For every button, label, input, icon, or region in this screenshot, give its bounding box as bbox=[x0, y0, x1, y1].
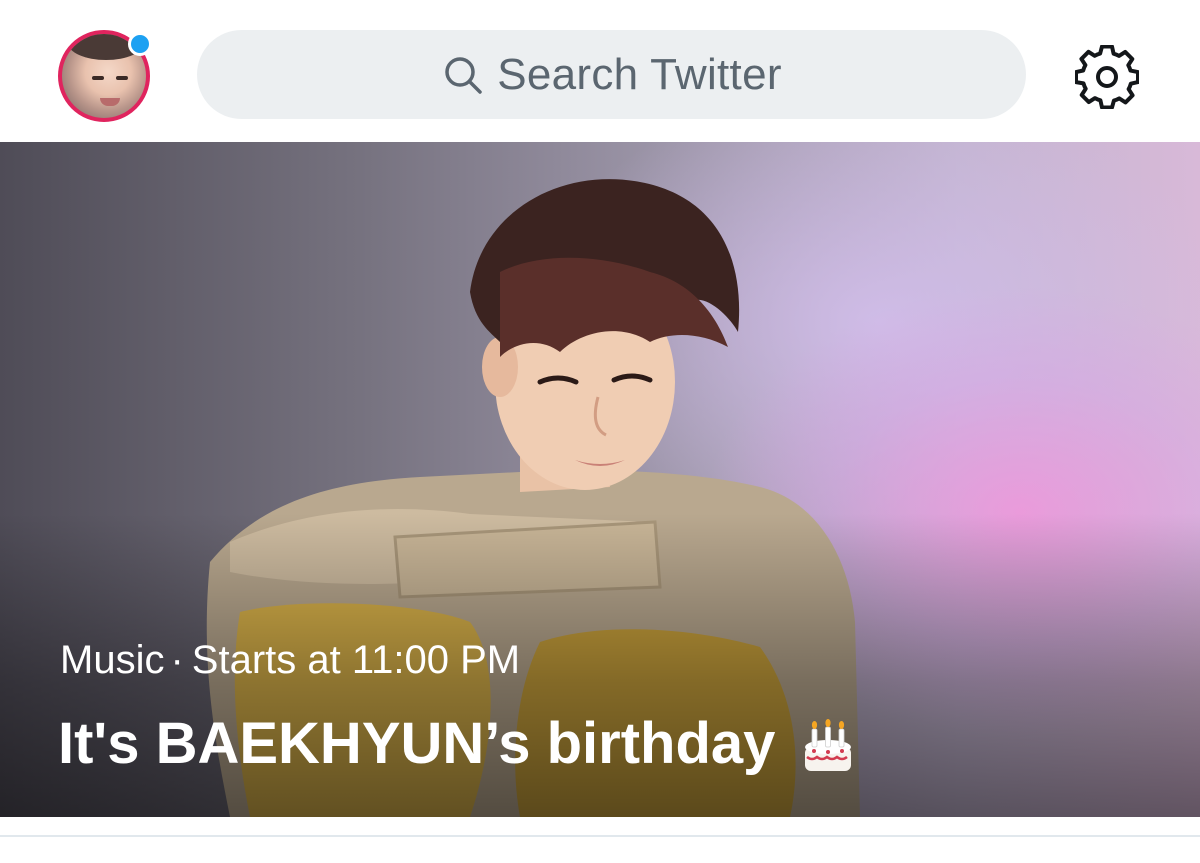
profile-avatar-button[interactable] bbox=[58, 30, 152, 122]
search-placeholder: Search Twitter bbox=[497, 49, 782, 99]
feed-area bbox=[0, 837, 1200, 863]
event-title-row: It's BAEKHYUN’s birthday bbox=[58, 710, 859, 777]
meta-separator: · bbox=[170, 638, 184, 682]
notification-dot bbox=[128, 32, 152, 56]
search-icon bbox=[445, 56, 482, 94]
event-title: It's BAEKHYUN’s birthday bbox=[58, 711, 776, 776]
event-time: Starts at 11:00 PM bbox=[191, 638, 521, 682]
event-hero-card[interactable]: Music · Starts at 11:00 PM It's BAEKHYUN’s… bbox=[0, 142, 1200, 817]
top-bar: Search Twitter bbox=[0, 0, 1200, 142]
avatar-eye-left bbox=[92, 76, 104, 80]
birthday-cake-icon bbox=[805, 718, 852, 771]
event-meta: Music · Starts at 11:00 PM bbox=[60, 638, 520, 683]
avatar-eye-right bbox=[116, 76, 128, 80]
section-divider bbox=[0, 817, 1200, 837]
avatar-mouth bbox=[100, 98, 120, 106]
search-bar[interactable]: Search Twitter bbox=[197, 30, 1026, 119]
gear-icon[interactable] bbox=[1075, 45, 1139, 109]
event-category: Music bbox=[60, 638, 165, 682]
